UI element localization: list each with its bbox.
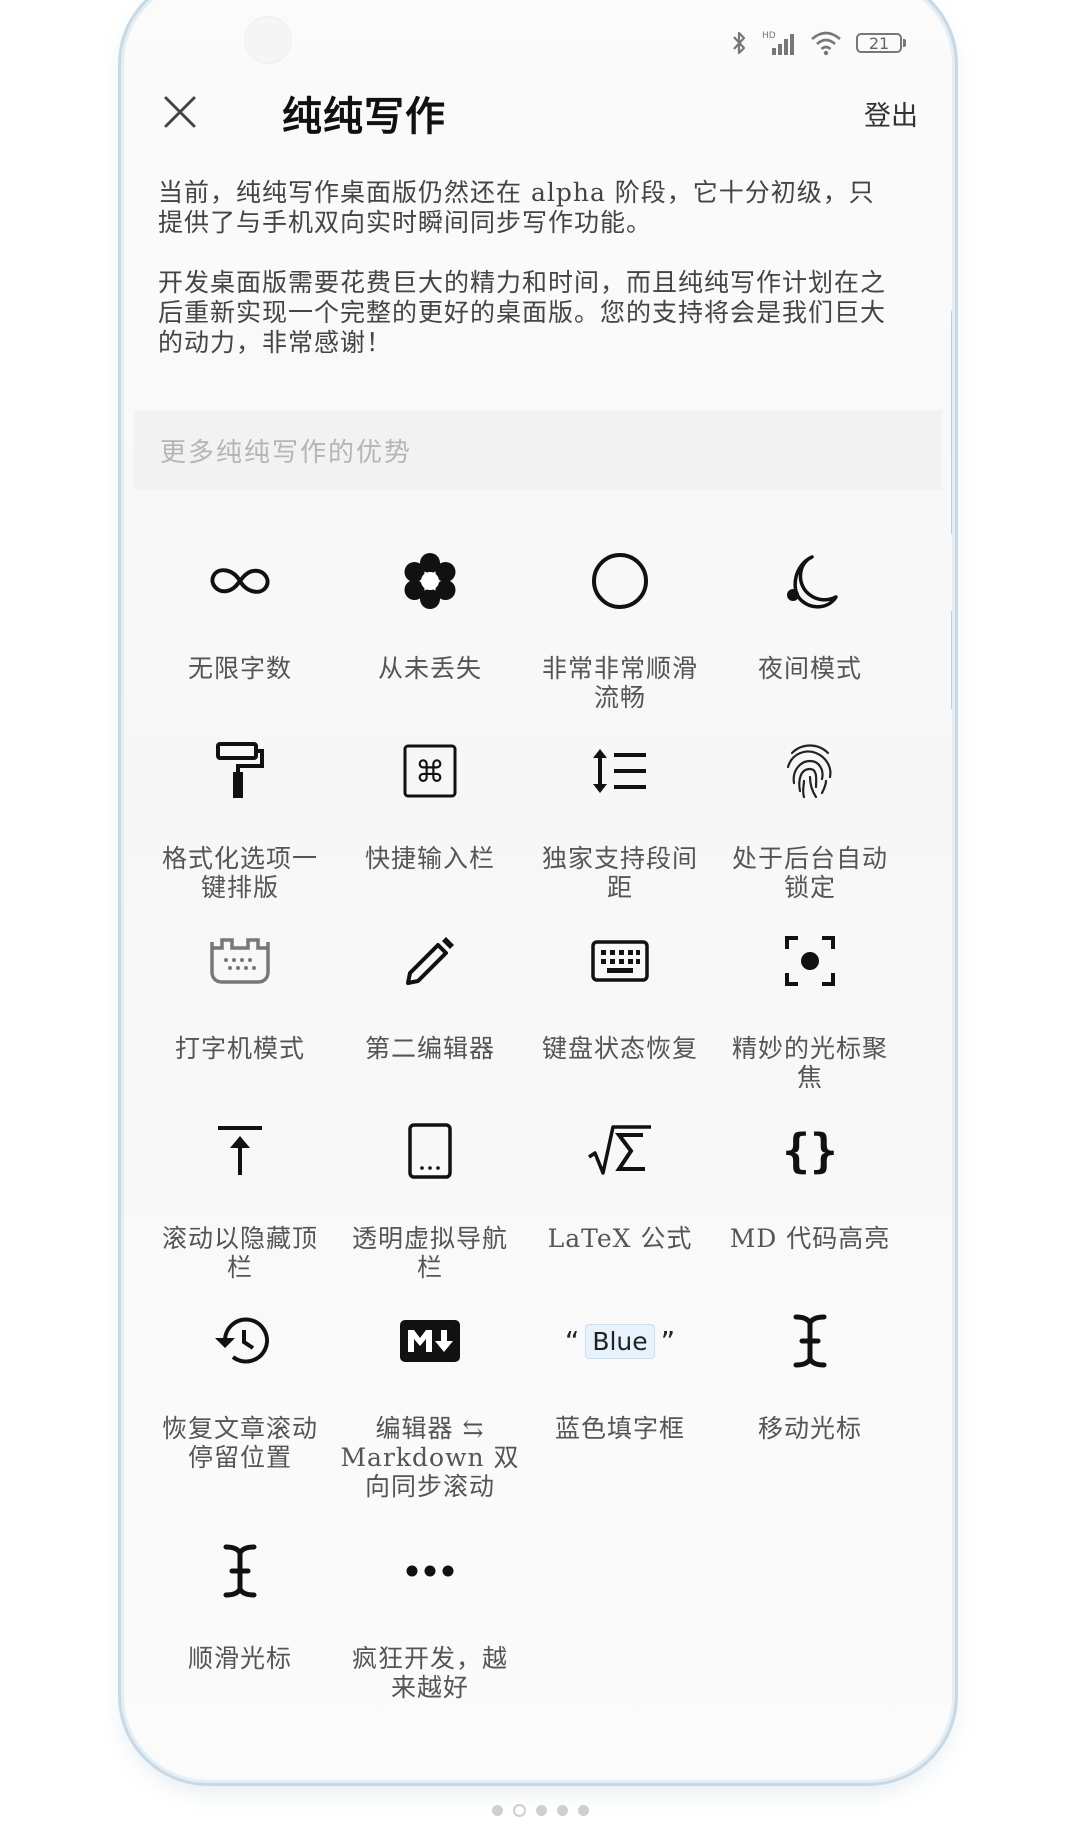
page-dot[interactable] xyxy=(491,1805,503,1816)
tablet-icon xyxy=(408,1123,452,1179)
page-dot[interactable] xyxy=(556,1805,568,1816)
intro-paragraph: 当前，纯纯写作桌面版仍然还在 alpha 阶段，它十分初级，只提供了与手机双向实… xyxy=(158,178,875,237)
infinity-icon xyxy=(210,568,270,594)
status-bar: HD 21 xyxy=(730,28,906,58)
page-title: 纯纯写作 xyxy=(282,94,446,140)
close-button[interactable] xyxy=(160,92,200,132)
scroll-top-icon xyxy=(218,1126,262,1175)
sqrt-sigma-icon xyxy=(588,1125,651,1175)
pencil-icon xyxy=(406,937,454,985)
fingerprint-icon xyxy=(786,744,832,799)
feature-item: 打字机模式 xyxy=(150,926,330,1063)
feature-item: 无限字数 xyxy=(150,546,330,683)
svg-text:{}: {} xyxy=(782,1124,837,1178)
bluetooth-icon xyxy=(733,31,746,55)
feature-item: 恢复文章滚动停留位置 xyxy=(150,1306,330,1472)
line-spacing-icon xyxy=(593,749,646,793)
keyboard-icon xyxy=(591,940,649,982)
feature-item: 夜间模式 xyxy=(720,546,900,683)
front-camera xyxy=(244,16,292,64)
page-dot-active[interactable] xyxy=(512,1804,526,1817)
battery-icon: 21 xyxy=(856,33,906,53)
intro-text: 当前，纯纯写作桌面版仍然还在 alpha 阶段，它十分初级，只提供了与手机双向实… xyxy=(158,178,888,388)
feature-item: 处于后台自动锁定 xyxy=(720,736,900,902)
history-icon xyxy=(215,1317,269,1364)
close-icon xyxy=(164,96,196,128)
command-key-icon: ⌘ xyxy=(403,744,457,798)
phone-frame: HD 21 纯纯写作 登出 当前，纯纯写作桌面版仍然还在 alpha 阶段，它十… xyxy=(124,0,952,1780)
feature-item: 精妙的光标聚焦 xyxy=(720,926,900,1092)
feature-item: LaTeX 公式 xyxy=(530,1116,710,1253)
feature-item: 移动光标 xyxy=(720,1306,900,1443)
feature-item: 格式化选项一键排版 xyxy=(150,736,330,902)
page-dot[interactable] xyxy=(577,1805,589,1816)
section-header: 更多纯纯写作的优势 xyxy=(160,438,413,468)
braces-icon: {} xyxy=(782,1124,837,1178)
page-indicator xyxy=(0,1804,1080,1817)
paint-roller-icon xyxy=(216,742,264,798)
screen: HD 21 纯纯写作 登出 当前，纯纯写作桌面版仍然还在 alpha 阶段，它十… xyxy=(124,0,952,1780)
circle-icon xyxy=(592,553,648,609)
svg-text:HD: HD xyxy=(762,31,776,41)
flower-icon xyxy=(404,553,456,609)
feature-item: 非常非常顺滑流畅 xyxy=(530,546,710,712)
feature-item: “Blue” 蓝色填字框 xyxy=(554,1323,685,1443)
battery-level: 21 xyxy=(868,33,890,53)
text-cursor-icon xyxy=(793,1314,827,1368)
feature-item: 顺滑光标 xyxy=(150,1536,330,1673)
feature-item: 第二编辑器 xyxy=(340,926,520,1063)
svg-text:⌘: ⌘ xyxy=(415,755,445,790)
moon-icon xyxy=(787,555,838,609)
feature-item: {} MD 代码高亮 xyxy=(729,1124,891,1253)
feature-item: 疯狂开发，越来越好 xyxy=(340,1536,520,1702)
feature-item: 独家支持段间距 xyxy=(530,736,710,902)
smooth-cursor-icon xyxy=(223,1544,257,1598)
blue-fill-sample: Blue xyxy=(585,1323,655,1359)
intro-paragraph: 开发桌面版需要花费巨大的精力和时间，而且纯纯写作计划在之后重新实现一个完整的更好… xyxy=(158,268,887,357)
feature-item: 编辑器 ⇆ Markdown 双向同步滚动 xyxy=(340,1306,520,1501)
feature-item: 滚动以隐藏顶栏 xyxy=(150,1116,330,1282)
more-dots-icon xyxy=(406,1565,454,1577)
cursor-focus-icon xyxy=(785,936,835,986)
signal-icon: HD xyxy=(762,31,794,55)
typewriter-icon xyxy=(210,938,270,984)
page-dot[interactable] xyxy=(535,1805,547,1816)
feature-item: 键盘状态恢复 xyxy=(530,926,710,1063)
logout-button[interactable]: 登出 xyxy=(864,94,918,133)
markdown-icon xyxy=(400,1320,460,1362)
feature-item: 从未丢失 xyxy=(340,546,520,683)
blue-fill-icon: “Blue” xyxy=(564,1323,676,1359)
feature-item: ⌘ 快捷输入栏 xyxy=(340,736,520,873)
wifi-icon xyxy=(811,31,841,56)
feature-item: 透明虚拟导航栏 xyxy=(340,1116,520,1282)
